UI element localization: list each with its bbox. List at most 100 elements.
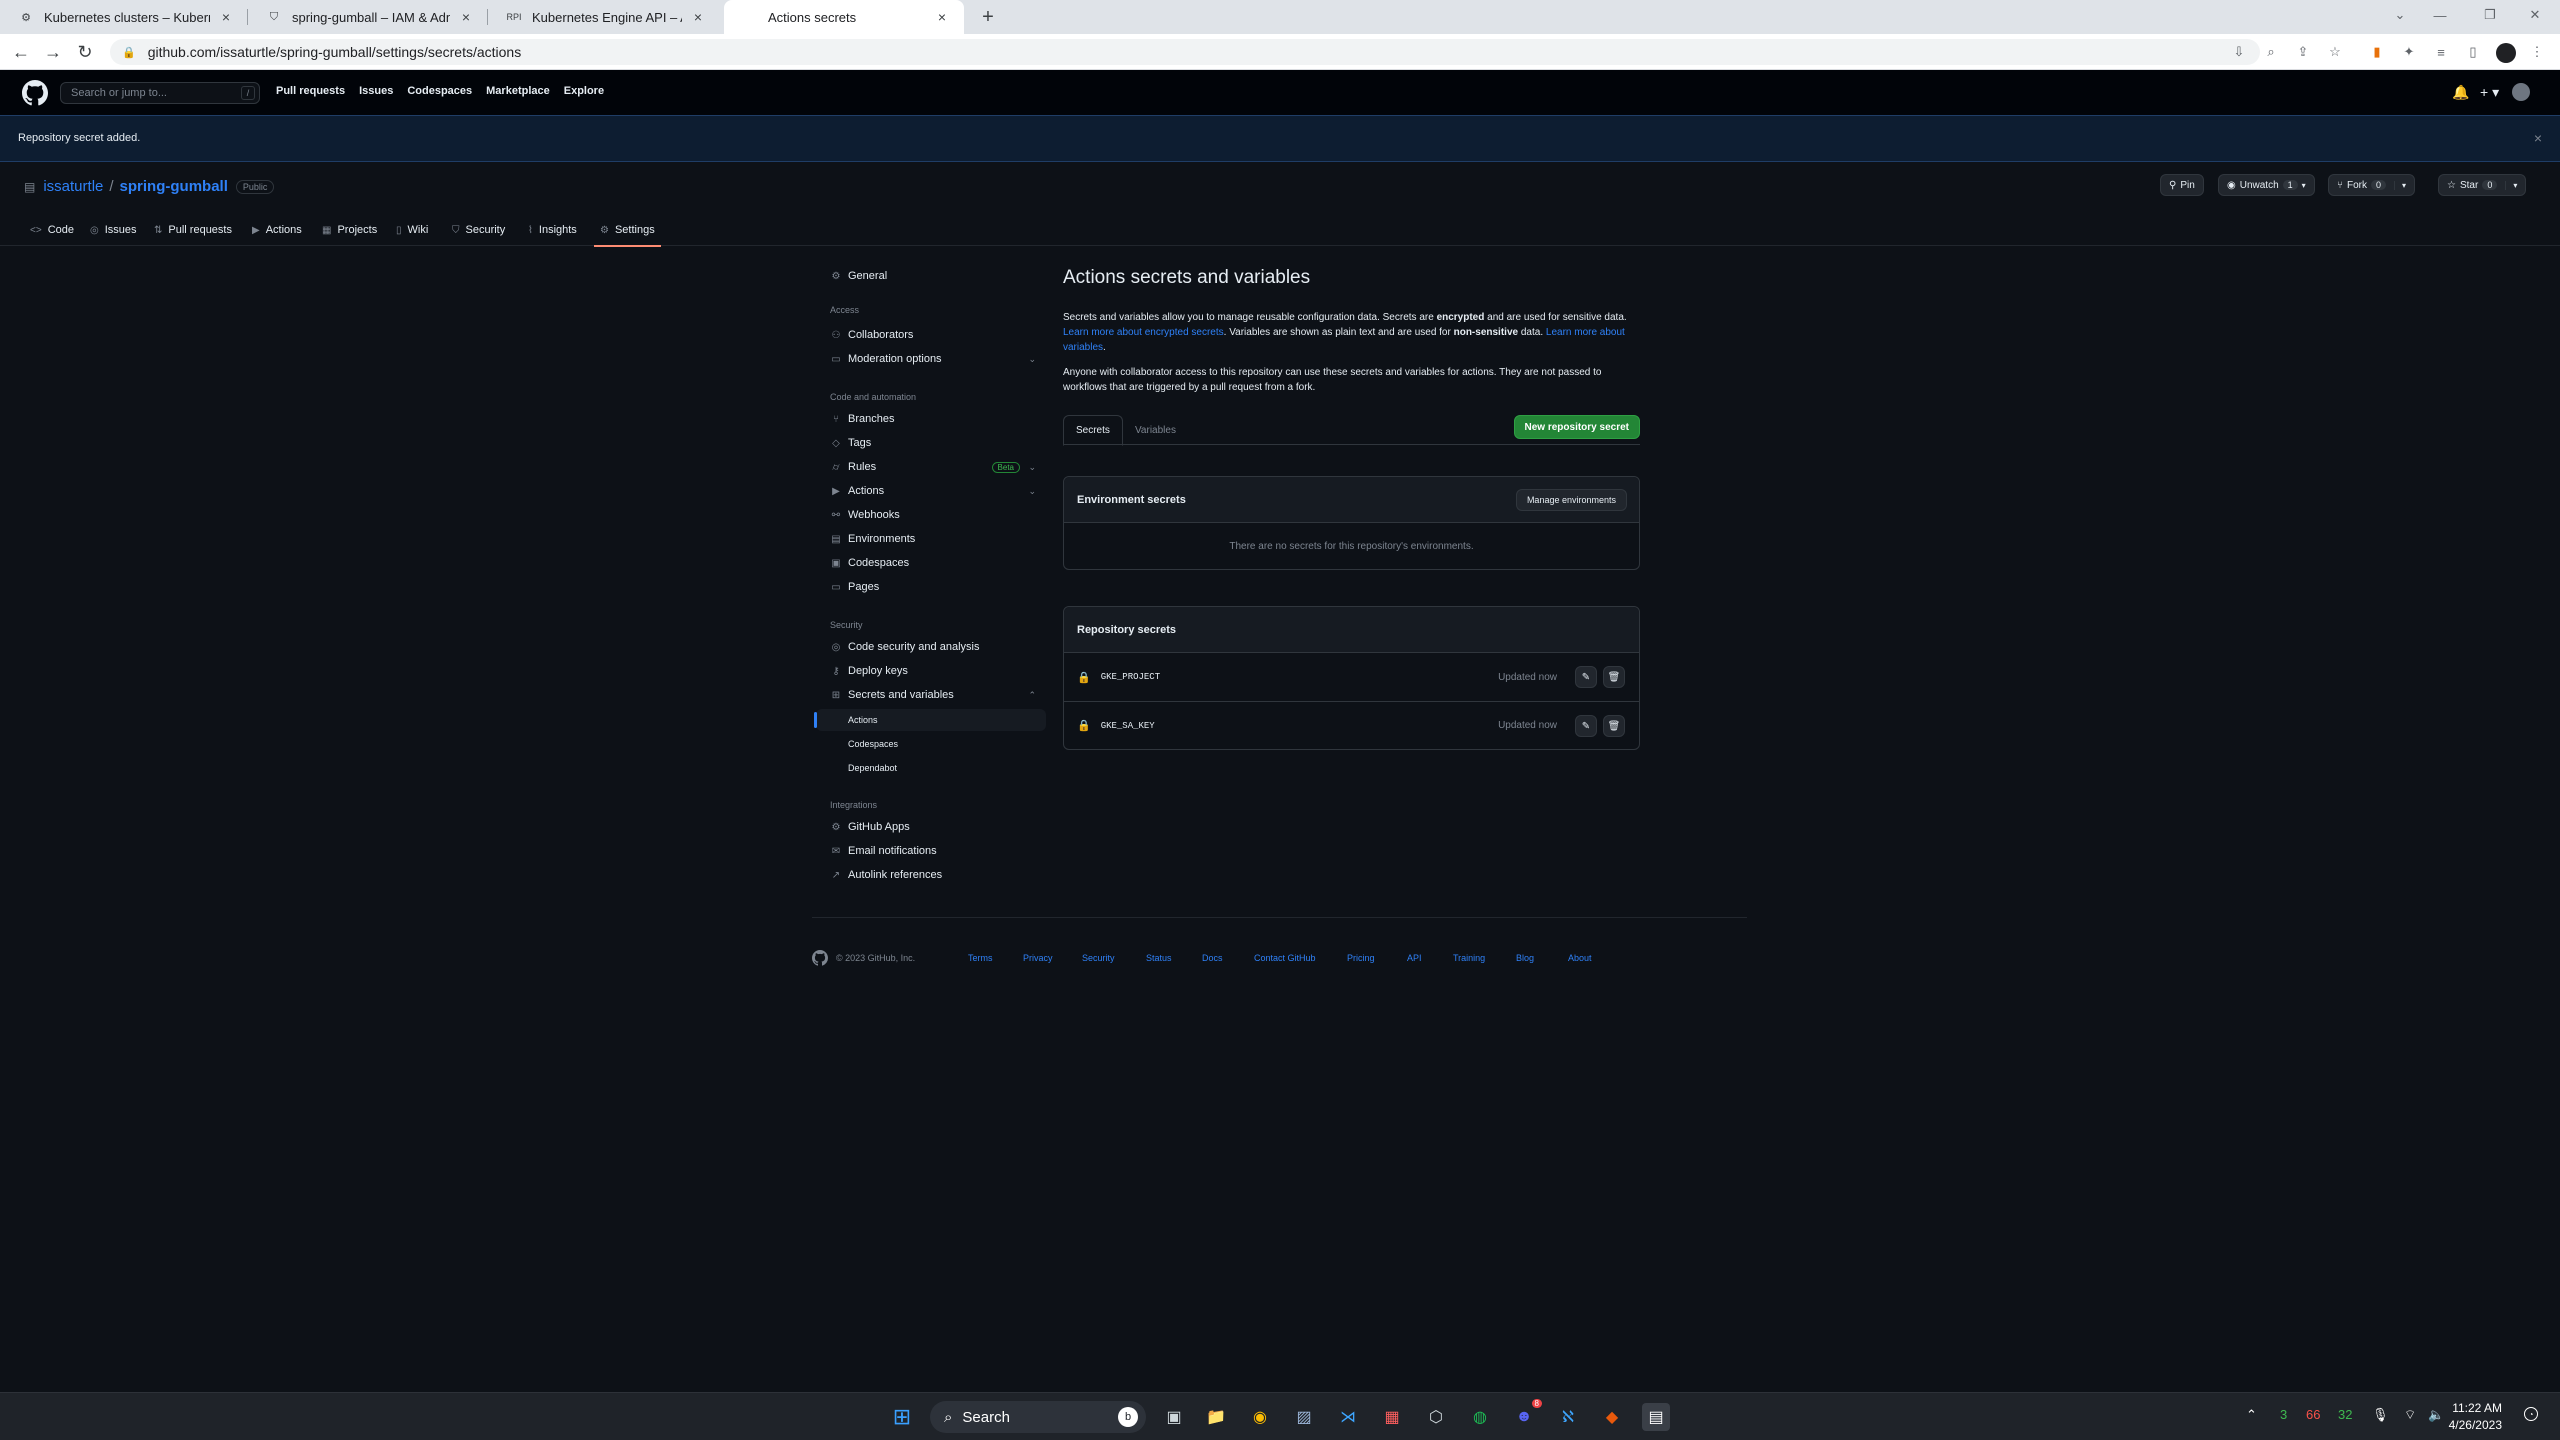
- sidebar-item-environments[interactable]: ▤ Environments: [816, 528, 1046, 550]
- kitty-icon[interactable]: ℵ: [1554, 1403, 1582, 1431]
- footer-link-security[interactable]: Security: [1082, 953, 1115, 963]
- close-icon[interactable]: ×: [218, 9, 234, 25]
- sidebar-subitem-actions[interactable]: Actions: [814, 709, 1046, 731]
- footer-link-contact[interactable]: Contact GitHub: [1254, 953, 1316, 963]
- footer-link-pricing[interactable]: Pricing: [1347, 953, 1375, 963]
- notification-center-icon[interactable]: ◔: [2524, 1407, 2538, 1421]
- close-icon[interactable]: ×: [458, 9, 474, 25]
- zoom-icon[interactable]: ⌕: [2262, 43, 2280, 61]
- pin-button[interactable]: ⚲ Pin: [2160, 174, 2204, 196]
- extension-icon[interactable]: ▮: [2368, 43, 2386, 61]
- repo-name-link[interactable]: spring-gumball: [120, 178, 228, 195]
- system-clock[interactable]: 11:22 AM 4/26/2023: [2449, 1400, 2502, 1434]
- browser-tab-kubernetes-api[interactable]: RPI Kubernetes Engine API – APIs & ×: [488, 0, 720, 34]
- chrome-icon[interactable]: ◉: [1246, 1403, 1274, 1431]
- spotify-icon[interactable]: ◍: [1466, 1403, 1494, 1431]
- extensions-puzzle-icon[interactable]: ✦: [2400, 43, 2418, 61]
- learn-more-secrets-link[interactable]: Learn more about encrypted secrets: [1063, 327, 1224, 338]
- sidebar-item-pages[interactable]: ▭ Pages: [816, 576, 1046, 598]
- vscode-icon[interactable]: ⋊: [1334, 1403, 1362, 1431]
- tab-secrets[interactable]: Secrets: [1063, 415, 1123, 446]
- tab-projects[interactable]: ▦ Projects: [322, 220, 377, 240]
- browser-tab-iam[interactable]: ⛉ spring-gumball – IAM & Admin – ×: [248, 0, 488, 34]
- footer-link-privacy[interactable]: Privacy: [1023, 953, 1053, 963]
- sidebar-subitem-codespaces[interactable]: Codespaces: [816, 733, 1046, 755]
- tab-code[interactable]: <> Code: [30, 220, 74, 240]
- footer-link-about[interactable]: About: [1568, 953, 1592, 963]
- sidebar-item-github-apps[interactable]: ⚙ GitHub Apps: [816, 816, 1046, 838]
- show-hidden-icons[interactable]: ⌃: [2246, 1407, 2257, 1423]
- sidebar-item-moderation[interactable]: ▭ Moderation options ⌄: [816, 348, 1046, 370]
- sidebar-item-tags[interactable]: ◇ Tags: [816, 432, 1046, 454]
- tab-pull-requests[interactable]: ⇅ Pull requests: [154, 220, 232, 240]
- tab-search-icon[interactable]: ⌄: [2380, 0, 2420, 30]
- jetbrains-icon[interactable]: ▦: [1378, 1403, 1406, 1431]
- side-panel-icon[interactable]: ▯: [2464, 43, 2482, 61]
- create-new-icon[interactable]: + ▾: [2480, 84, 2499, 101]
- delete-trash-icon[interactable]: 🗑: [1603, 666, 1625, 688]
- sidebar-item-collaborators[interactable]: ⚇ Collaborators: [816, 324, 1046, 346]
- repo-owner-link[interactable]: issaturtle: [43, 178, 103, 195]
- sidebar-item-code-security[interactable]: ◎ Code security and analysis: [816, 636, 1046, 658]
- reload-icon[interactable]: ↻: [74, 41, 96, 63]
- nav-marketplace[interactable]: Marketplace: [486, 85, 550, 97]
- taskbar-search[interactable]: ⌕ Search b: [930, 1401, 1146, 1433]
- tab-wiki[interactable]: ▯ Wiki: [396, 220, 428, 240]
- tab-settings[interactable]: ⚙ Settings: [594, 220, 661, 247]
- unwatch-button[interactable]: ◉ Unwatch 1 ▾: [2218, 174, 2315, 196]
- notifications-bell-icon[interactable]: 🔔: [2452, 84, 2469, 101]
- github-logo-icon[interactable]: [22, 80, 48, 106]
- chevron-down-icon[interactable]: ▾: [2394, 180, 2406, 190]
- tab-actions[interactable]: ▶ Actions: [252, 220, 302, 240]
- microphone-icon[interactable]: 🎙: [2372, 1407, 2389, 1423]
- sidebar-subitem-dependabot[interactable]: Dependabot: [816, 757, 1046, 779]
- footer-link-terms[interactable]: Terms: [968, 953, 993, 963]
- window-close-icon[interactable]: ✕: [2515, 0, 2555, 30]
- tab-variables[interactable]: Variables: [1123, 415, 1188, 445]
- windows-start-icon[interactable]: ⊞: [888, 1403, 916, 1431]
- sidebar-item-secrets-variables[interactable]: ⊞ Secrets and variables ⌃: [816, 684, 1046, 706]
- footer-link-blog[interactable]: Blog: [1516, 953, 1534, 963]
- browser-tab-actions-secrets[interactable]: Actions secrets ×: [724, 0, 964, 34]
- bookmark-star-icon[interactable]: ☆: [2326, 43, 2344, 61]
- sidebar-item-email-notifications[interactable]: ✉ Email notifications: [816, 840, 1046, 862]
- browser-menu-icon[interactable]: ⋮: [2528, 43, 2546, 61]
- nav-explore[interactable]: Explore: [564, 85, 604, 97]
- close-icon[interactable]: ×: [934, 9, 950, 25]
- footer-link-training[interactable]: Training: [1453, 953, 1485, 963]
- nav-pull-requests[interactable]: Pull requests: [276, 85, 345, 97]
- wifi-icon[interactable]: ⌔: [2404, 1407, 2416, 1423]
- install-icon[interactable]: ⇩: [2230, 43, 2248, 61]
- close-icon[interactable]: ×: [690, 9, 706, 25]
- file-explorer-icon[interactable]: 📁: [1202, 1403, 1230, 1431]
- sidebar-item-actions[interactable]: ▶ Actions ⌄: [816, 480, 1046, 502]
- browser-tab-kubernetes-clusters[interactable]: ⚙ Kubernetes clusters – Kubernetes ×: [0, 0, 248, 34]
- volume-icon[interactable]: 🔈: [2428, 1407, 2444, 1423]
- manage-environments-button[interactable]: Manage environments: [1515, 489, 1627, 511]
- tab-security[interactable]: ⛉ Security: [452, 220, 505, 240]
- minimize-icon[interactable]: —: [2420, 0, 2460, 30]
- new-repository-secret-button[interactable]: New repository secret: [1513, 415, 1640, 439]
- back-icon[interactable]: ←: [10, 41, 32, 63]
- profile-avatar[interactable]: [2496, 43, 2516, 63]
- tab-insights[interactable]: ⌇ Insights: [528, 220, 577, 240]
- sidebar-item-branches[interactable]: ⑂ Branches: [816, 408, 1046, 430]
- terminal-icon[interactable]: ▤: [1642, 1403, 1670, 1431]
- github-mark-icon[interactable]: [812, 950, 828, 966]
- tab-issues[interactable]: ◎ Issues: [90, 220, 137, 240]
- sidebar-item-codespaces[interactable]: ▣ Codespaces: [816, 552, 1046, 574]
- delete-trash-icon[interactable]: 🗑: [1603, 715, 1625, 737]
- discord-icon[interactable]: ☻ 8: [1510, 1399, 1542, 1431]
- share-icon[interactable]: ⇪: [2294, 43, 2312, 61]
- new-tab-icon[interactable]: +: [976, 5, 1000, 29]
- nav-codespaces[interactable]: Codespaces: [407, 85, 472, 97]
- sidebar-item-general[interactable]: ⚙ General: [816, 265, 1046, 287]
- virtualbox-icon[interactable]: ⬡: [1422, 1403, 1450, 1431]
- edit-pencil-icon[interactable]: ✎: [1575, 666, 1597, 688]
- sidebar-item-autolink[interactable]: ↗ Autolink references: [816, 864, 1046, 886]
- footer-link-status[interactable]: Status: [1146, 953, 1172, 963]
- star-button[interactable]: ☆ Star 0 ▾: [2438, 174, 2527, 196]
- sidebar-item-rules[interactable]: ⌭ Rules Beta ⌄: [816, 456, 1046, 478]
- fork-button[interactable]: ⑂ Fork 0 ▾: [2328, 174, 2416, 196]
- restore-icon[interactable]: ❐: [2470, 0, 2510, 30]
